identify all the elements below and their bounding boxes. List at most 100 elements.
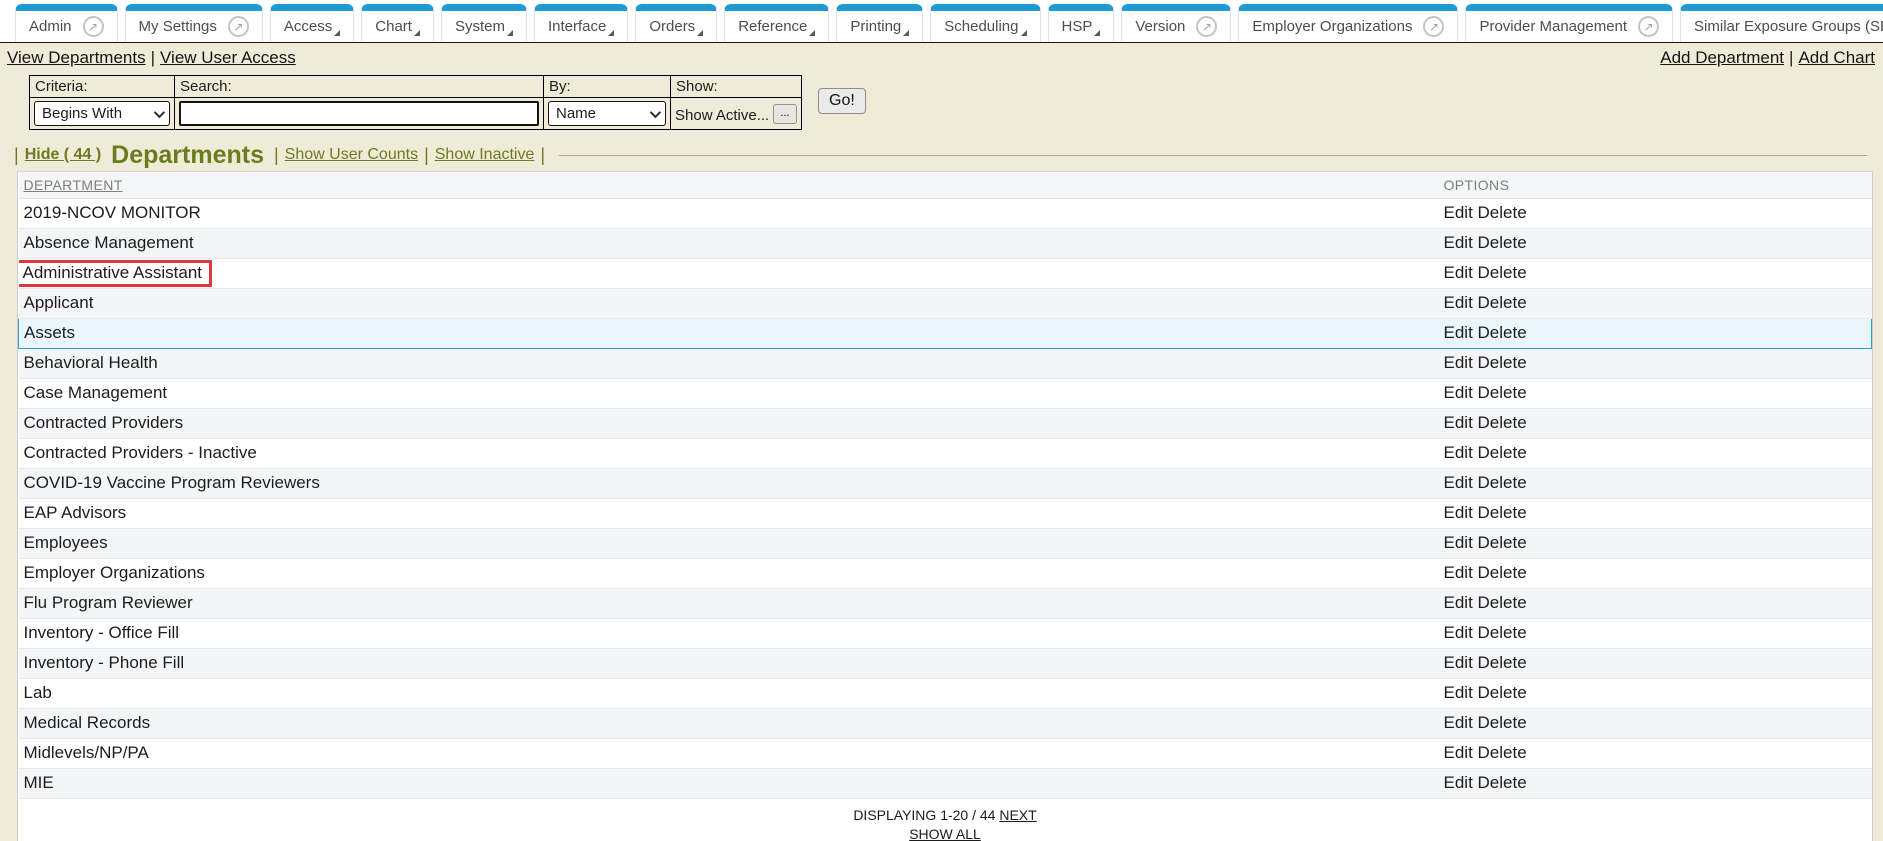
table-row[interactable]: Employer Organizations Edit Delete [19, 558, 1872, 588]
column-header-options: OPTIONS [1439, 172, 1872, 198]
tab-scheduling[interactable]: Scheduling [930, 4, 1040, 42]
table-row[interactable]: Case Management Edit Delete [19, 378, 1872, 408]
edit-link[interactable]: Edit [1444, 683, 1473, 702]
table-row[interactable]: Behavioral Health Edit Delete [19, 348, 1872, 378]
table-row[interactable]: Inventory - Phone Fill Edit Delete [19, 648, 1872, 678]
edit-link[interactable]: Edit [1444, 623, 1473, 642]
show-all-link[interactable]: SHOW ALL [909, 826, 981, 841]
delete-link[interactable]: Delete [1478, 233, 1527, 252]
table-row[interactable]: Administrative Assistant Edit Delete [19, 258, 1872, 288]
show-inactive-link[interactable]: Show Inactive [435, 146, 535, 164]
tab-hsp[interactable]: HSP [1048, 4, 1115, 42]
tab-access[interactable]: Access [270, 4, 354, 42]
delete-link[interactable]: Delete [1478, 773, 1527, 792]
tab-admin[interactable]: Admin ↗ [15, 4, 118, 42]
delete-link[interactable]: Delete [1478, 203, 1527, 222]
tab-similar-exposure-groups-segs[interactable]: Similar Exposure Groups (SEGs) ↗ [1680, 4, 1883, 42]
delete-link[interactable]: Delete [1478, 713, 1527, 732]
delete-link[interactable]: Delete [1478, 293, 1527, 312]
delete-link[interactable]: Delete [1478, 653, 1527, 672]
open-in-new-icon[interactable]: ↗ [83, 16, 104, 37]
tab-provider-management[interactable]: Provider Management ↗ [1465, 4, 1673, 42]
show-filter-more-button[interactable]: ... [773, 104, 797, 124]
table-row[interactable]: Inventory - Office Fill Edit Delete [19, 618, 1872, 648]
table-row[interactable]: COVID-19 Vaccine Program Reviewers Edit … [19, 468, 1872, 498]
delete-link[interactable]: Delete [1478, 353, 1527, 372]
view-user-access-link[interactable]: View User Access [160, 48, 296, 67]
table-row[interactable]: Absence Management Edit Delete [19, 228, 1872, 258]
table-row[interactable]: Medical Records Edit Delete [19, 708, 1872, 738]
delete-link[interactable]: Delete [1478, 623, 1527, 642]
open-in-new-icon[interactable]: ↗ [228, 16, 249, 37]
table-row[interactable]: Contracted Providers Edit Delete [19, 408, 1872, 438]
table-row[interactable]: 2019-NCOV MONITOR Edit Delete [19, 198, 1872, 228]
open-in-new-icon[interactable]: ↗ [1423, 16, 1444, 37]
column-header-department[interactable]: DEPARTMENT [19, 172, 1439, 198]
delete-link[interactable]: Delete [1478, 593, 1527, 612]
edit-link[interactable]: Edit [1444, 563, 1473, 582]
by-select[interactable]: Name [548, 101, 666, 126]
delete-link[interactable]: Delete [1478, 473, 1527, 492]
next-page-link[interactable]: NEXT [999, 807, 1036, 823]
table-row[interactable]: MIE Edit Delete [19, 768, 1872, 798]
table-row[interactable]: Assets Edit Delete [19, 318, 1872, 348]
tab-interface[interactable]: Interface [534, 4, 628, 42]
delete-link[interactable]: Delete [1478, 743, 1527, 762]
delete-link[interactable]: Delete [1478, 503, 1527, 522]
delete-link[interactable]: Delete [1478, 443, 1527, 462]
edit-link[interactable]: Edit [1444, 443, 1473, 462]
table-row[interactable]: Contracted Providers - Inactive Edit Del… [19, 438, 1872, 468]
tab-orders[interactable]: Orders [635, 4, 717, 42]
delete-link[interactable]: Delete [1478, 563, 1527, 582]
show-filter-value[interactable]: Show Active... [675, 107, 769, 124]
add-chart-link[interactable]: Add Chart [1798, 48, 1875, 67]
view-departments-link[interactable]: View Departments [7, 48, 146, 67]
edit-link[interactable]: Edit [1444, 593, 1473, 612]
edit-link[interactable]: Edit [1444, 323, 1473, 342]
edit-link[interactable]: Edit [1444, 293, 1473, 312]
table-row[interactable]: Applicant Edit Delete [19, 288, 1872, 318]
edit-link[interactable]: Edit [1444, 383, 1473, 402]
edit-link[interactable]: Edit [1444, 203, 1473, 222]
tab-version[interactable]: Version ↗ [1121, 4, 1231, 42]
table-row[interactable]: Flu Program Reviewer Edit Delete [19, 588, 1872, 618]
edit-link[interactable]: Edit [1444, 713, 1473, 732]
edit-link[interactable]: Edit [1444, 473, 1473, 492]
table-row[interactable]: Employees Edit Delete [19, 528, 1872, 558]
hide-count-link[interactable]: Hide ( 44 ) [25, 146, 101, 164]
table-row[interactable]: Midlevels/NP/PA Edit Delete [19, 738, 1872, 768]
delete-link[interactable]: Delete [1478, 413, 1527, 432]
open-in-new-icon[interactable]: ↗ [1196, 16, 1217, 37]
edit-link[interactable]: Edit [1444, 263, 1473, 282]
edit-link[interactable]: Edit [1444, 233, 1473, 252]
show-user-counts-link[interactable]: Show User Counts [285, 146, 418, 164]
table-row[interactable]: Lab Edit Delete [19, 678, 1872, 708]
tab-system[interactable]: System [441, 4, 527, 42]
edit-link[interactable]: Edit [1444, 533, 1473, 552]
edit-link[interactable]: Edit [1444, 653, 1473, 672]
delete-link[interactable]: Delete [1478, 383, 1527, 402]
search-input[interactable] [179, 101, 539, 126]
delete-link[interactable]: Delete [1478, 683, 1527, 702]
edit-link[interactable]: Edit [1444, 413, 1473, 432]
edit-link[interactable]: Edit [1444, 353, 1473, 372]
tab-chart[interactable]: Chart [361, 4, 434, 42]
tab-my-settings[interactable]: My Settings ↗ [125, 4, 263, 42]
tab-printing[interactable]: Printing [836, 4, 923, 42]
separator: | [151, 48, 155, 67]
criteria-select[interactable]: Begins With [34, 101, 170, 126]
edit-link[interactable]: Edit [1444, 773, 1473, 792]
delete-link[interactable]: Delete [1478, 323, 1527, 342]
go-button[interactable]: Go! [818, 88, 866, 114]
tab-employer-organizations[interactable]: Employer Organizations ↗ [1238, 4, 1458, 42]
open-in-new-icon[interactable]: ↗ [1638, 16, 1659, 37]
tab-label: Chart [375, 18, 412, 35]
edit-link[interactable]: Edit [1444, 743, 1473, 762]
add-department-link[interactable]: Add Department [1660, 48, 1784, 67]
table-row[interactable]: EAP Advisors Edit Delete [19, 498, 1872, 528]
tab-label: Interface [548, 18, 606, 35]
delete-link[interactable]: Delete [1478, 263, 1527, 282]
edit-link[interactable]: Edit [1444, 503, 1473, 522]
tab-reference[interactable]: Reference [724, 4, 829, 42]
delete-link[interactable]: Delete [1478, 533, 1527, 552]
